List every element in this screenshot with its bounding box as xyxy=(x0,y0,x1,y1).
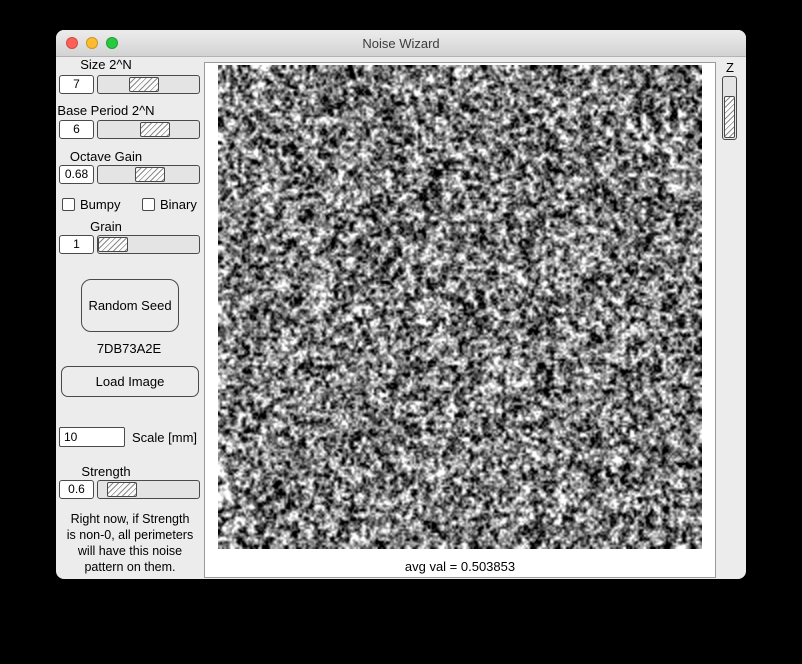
base-period-slider-thumb[interactable] xyxy=(140,122,170,137)
size-slider[interactable] xyxy=(97,75,200,94)
random-seed-button[interactable]: Random Seed xyxy=(81,279,179,332)
size-value[interactable]: 7 xyxy=(59,75,94,94)
bumpy-label: Bumpy xyxy=(80,197,120,212)
note-line: Right now, if Strength xyxy=(56,511,204,527)
bumpy-checkbox[interactable] xyxy=(62,198,75,211)
noise-wizard-window: Noise Wizard Size 2^N 7 Base Period 2^N … xyxy=(56,30,746,579)
grain-slider-thumb[interactable] xyxy=(98,237,128,252)
strength-slider-thumb[interactable] xyxy=(107,482,137,497)
base-period-slider[interactable] xyxy=(97,120,200,139)
binary-checkbox[interactable] xyxy=(142,198,155,211)
note-line: will have this noise xyxy=(56,543,204,559)
z-slider-thumb[interactable] xyxy=(724,96,735,138)
octave-gain-slider[interactable] xyxy=(97,165,200,184)
grain-slider[interactable] xyxy=(97,235,200,254)
size-slider-thumb[interactable] xyxy=(129,77,159,92)
noise-preview-panel: avg val = 0.503853 xyxy=(204,62,716,578)
strength-label: Strength xyxy=(56,464,156,479)
binary-checkbox-group[interactable]: Binary xyxy=(142,197,197,212)
load-image-button[interactable]: Load Image xyxy=(61,366,199,397)
octave-gain-slider-thumb[interactable] xyxy=(135,167,165,182)
bumpy-checkbox-group[interactable]: Bumpy xyxy=(62,197,120,212)
avg-value-status: avg val = 0.503853 xyxy=(205,559,715,574)
binary-label: Binary xyxy=(160,197,197,212)
z-axis-label: Z xyxy=(718,60,742,75)
octave-gain-label: Octave Gain xyxy=(56,149,156,164)
strength-note: Right now, if Strength is non-0, all per… xyxy=(56,511,204,575)
z-slider[interactable] xyxy=(722,76,737,140)
scale-input[interactable] xyxy=(59,427,125,447)
grain-value[interactable]: 1 xyxy=(59,235,94,254)
size-label: Size 2^N xyxy=(56,57,156,72)
window-title: Noise Wizard xyxy=(56,36,746,51)
octave-gain-value[interactable]: 0.68 xyxy=(59,165,94,184)
note-line: pattern on them. xyxy=(56,559,204,575)
base-period-label: Base Period 2^N xyxy=(56,103,156,118)
note-line: is non-0, all perimeters xyxy=(56,527,204,543)
base-period-value[interactable]: 6 xyxy=(59,120,94,139)
strength-slider[interactable] xyxy=(97,480,200,499)
strength-value[interactable]: 0.6 xyxy=(59,480,94,499)
grain-label: Grain xyxy=(56,219,156,234)
seed-value-text: 7DB73A2E xyxy=(56,341,202,356)
title-bar[interactable]: Noise Wizard xyxy=(56,30,746,57)
scale-label: Scale [mm] xyxy=(132,430,197,445)
noise-canvas xyxy=(218,65,702,549)
